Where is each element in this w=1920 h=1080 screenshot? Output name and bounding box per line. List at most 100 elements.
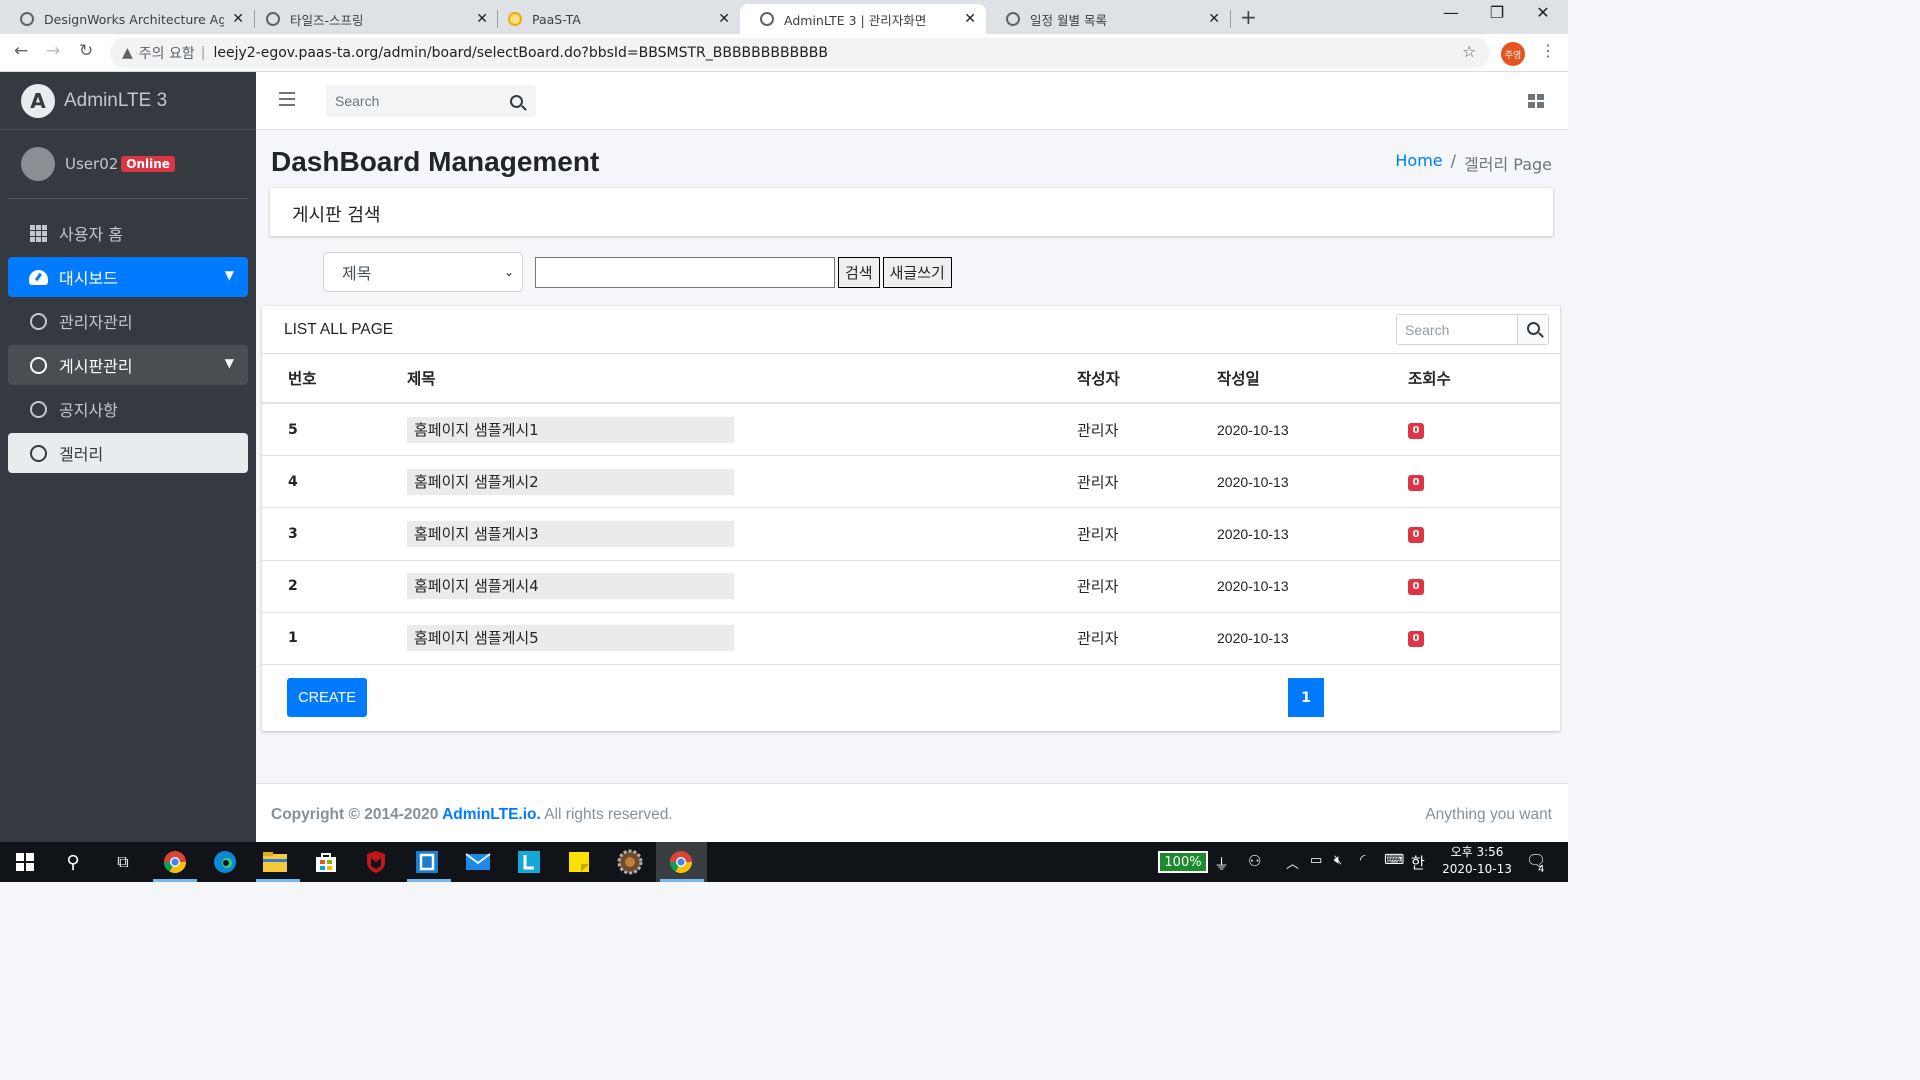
wifi-icon[interactable]: ◜ [1360,852,1365,868]
sidebar-item-notice[interactable]: 공지사항 [8,389,248,429]
new-post-button[interactable]: 새글쓰기 [882,256,952,288]
browser-tab[interactable]: PaaS-TA ✕ [488,4,740,34]
back-arrow-icon[interactable]: ← [14,41,28,61]
sidebar-item-user-home[interactable]: 사용자 홈 [8,213,248,253]
url-text[interactable]: leejy2-egov.paas-ta.org/admin/board/sele… [213,45,828,61]
table-row[interactable]: 3 홈페이지 샘플게시3 관리자 2020-10-13 0 [262,508,1560,561]
profile-avatar[interactable]: 주영 [1501,42,1525,66]
table-row[interactable]: 1 홈페이지 샘플게시5 관리자 2020-10-13 0 [262,613,1560,665]
close-tab-icon[interactable]: ✕ [476,11,488,27]
ime-indicator[interactable]: 한 [1411,852,1425,873]
address-bar[interactable]: ▲ 주의 요함 | leejy2-egov.paas-ta.org/admin/… [110,38,1490,68]
search-icon[interactable]: ⚲ [58,847,88,877]
sidebar-item-label: 겔러리 [59,445,104,464]
mcafee-icon[interactable] [361,847,391,877]
keyboard-icon[interactable]: ⌨ [1384,852,1404,868]
reload-icon[interactable]: ↻ [79,41,93,61]
sidebar-item-label: 사용자 홈 [59,225,123,244]
browser-tab[interactable]: 일정 월별 목록 ✕ [986,4,1230,34]
restore-button[interactable]: ❐ [1474,3,1520,22]
row-writer: 관리자 [1077,473,1119,492]
row-writer: 관리자 [1077,577,1119,596]
globe-icon [20,12,34,26]
dev-tool-icon[interactable] [412,847,442,877]
table-row[interactable]: 2 홈페이지 샘플게시4 관리자 2020-10-13 0 [262,561,1560,613]
post-title-link[interactable]: 홈페이지 샘플게시1 [407,416,734,443]
table-search-input[interactable] [1397,315,1517,344]
post-title-link[interactable]: 홈페이지 샘플게시5 [407,625,734,652]
create-button[interactable]: CREATE [287,678,367,717]
post-title-link[interactable]: 홈페이지 샘플게시4 [407,573,734,600]
battery-icon[interactable]: ▭ [1310,853,1322,868]
row-number: 4 [288,473,298,490]
task-view-icon[interactable]: ⧉ [108,847,138,877]
close-window-button[interactable]: ✕ [1520,3,1566,22]
launcher-l-icon[interactable] [514,847,544,877]
search-icon [1526,322,1540,335]
search-button[interactable]: 검색 [838,256,880,288]
chevron-down-icon: ⌄ [503,265,514,279]
taskbar-clock[interactable]: 오후 3:56 2020-10-13 [1440,844,1514,878]
browser-tab[interactable]: 타일즈-스프링 ✕ [246,4,498,34]
chrome-active-icon[interactable] [666,847,696,877]
power-plug-icon[interactable]: ⏚ [1214,853,1229,874]
close-tab-icon[interactable]: ✕ [1208,11,1220,27]
navbar-search-input[interactable] [326,93,504,109]
breadcrumb-home-link[interactable]: Home [1395,151,1442,175]
top-navbar [256,72,1568,130]
volume-muted-icon[interactable]: 🔇︎ [1334,853,1342,868]
chevron-up-icon[interactable]: ︿ [1286,853,1299,872]
browser-tab-active[interactable]: AdminLTE 3 | 관리자화면 ✕ [740,4,986,34]
search-field-select[interactable]: 제목 ⌄ [323,252,523,292]
sidebar-item-board-manage[interactable]: 게시판관리 ▼ [8,345,248,385]
chrome-icon[interactable] [160,847,190,877]
sidebar-item-admin-manage[interactable]: 관리자관리 [8,301,248,341]
minimize-button[interactable]: — [1428,3,1474,22]
pagination-page-1[interactable]: 1 [1288,678,1324,717]
battery-indicator[interactable]: 100% [1158,851,1208,873]
close-tab-icon[interactable]: ✕ [232,11,244,27]
security-label[interactable]: 주의 요함 [139,43,195,63]
search-keyword-input[interactable] [535,256,835,288]
avatar[interactable] [21,147,55,181]
file-explorer-icon[interactable] [260,847,290,877]
close-tab-icon[interactable]: ✕ [964,11,976,27]
circle-icon [28,444,48,462]
dashboard-gauge-icon [28,269,48,285]
separator: | [200,45,206,61]
forward-arrow-icon[interactable]: → [46,41,60,61]
mail-icon[interactable] [463,847,493,877]
warning-icon[interactable]: ▲ [122,45,133,61]
app-gear-icon[interactable] [615,847,645,877]
card-title: LIST ALL PAGE [284,321,394,338]
table-row[interactable]: 5 홈페이지 샘플게시1 관리자 2020-10-13 0 [262,404,1560,457]
menu-toggle-icon[interactable] [279,92,295,110]
brand-link[interactable]: A AdminLTE 3 [0,72,256,130]
table-search-button[interactable] [1517,315,1548,344]
sidebar-item-gallery[interactable]: 겔러리 [8,433,248,473]
globe-icon [1006,12,1020,26]
browser-tab[interactable]: DesignWorks Architecture Agen ✕ [0,4,254,34]
clock-time: 오후 3:56 [1450,845,1504,859]
sidebar-item-dashboard[interactable]: 대시보드 ▼ [8,257,248,297]
edge-icon[interactable] [210,847,240,877]
adminlte-logo-icon: A [21,83,55,118]
adminlte-link[interactable]: AdminLTE.io. [442,806,541,823]
post-title-link[interactable]: 홈페이지 샘플게시2 [407,468,734,495]
close-tab-icon[interactable]: ✕ [718,11,730,27]
breadcrumb: Home / 겔러리 Page [1395,151,1552,175]
windows-start-icon[interactable] [10,847,40,877]
search-icon[interactable] [510,94,523,108]
post-title-link[interactable]: 홈페이지 샘플게시3 [407,520,734,547]
table-row[interactable]: 4 홈페이지 샘플게시2 관리자 2020-10-13 0 [262,456,1560,509]
store-icon[interactable] [311,847,341,877]
column-header: 제목 [407,370,436,388]
new-tab-button[interactable]: + [1240,5,1257,29]
notification-count: 4 [1538,864,1545,875]
apps-grid-icon[interactable] [1528,94,1544,108]
user-name[interactable]: User02 [65,155,118,173]
bookmark-star-icon[interactable]: ☆ [1462,42,1476,61]
sticky-notes-icon[interactable] [564,847,594,877]
people-icon[interactable]: ⚇ [1248,852,1261,870]
more-menu-icon[interactable]: ⋮ [1540,41,1556,60]
